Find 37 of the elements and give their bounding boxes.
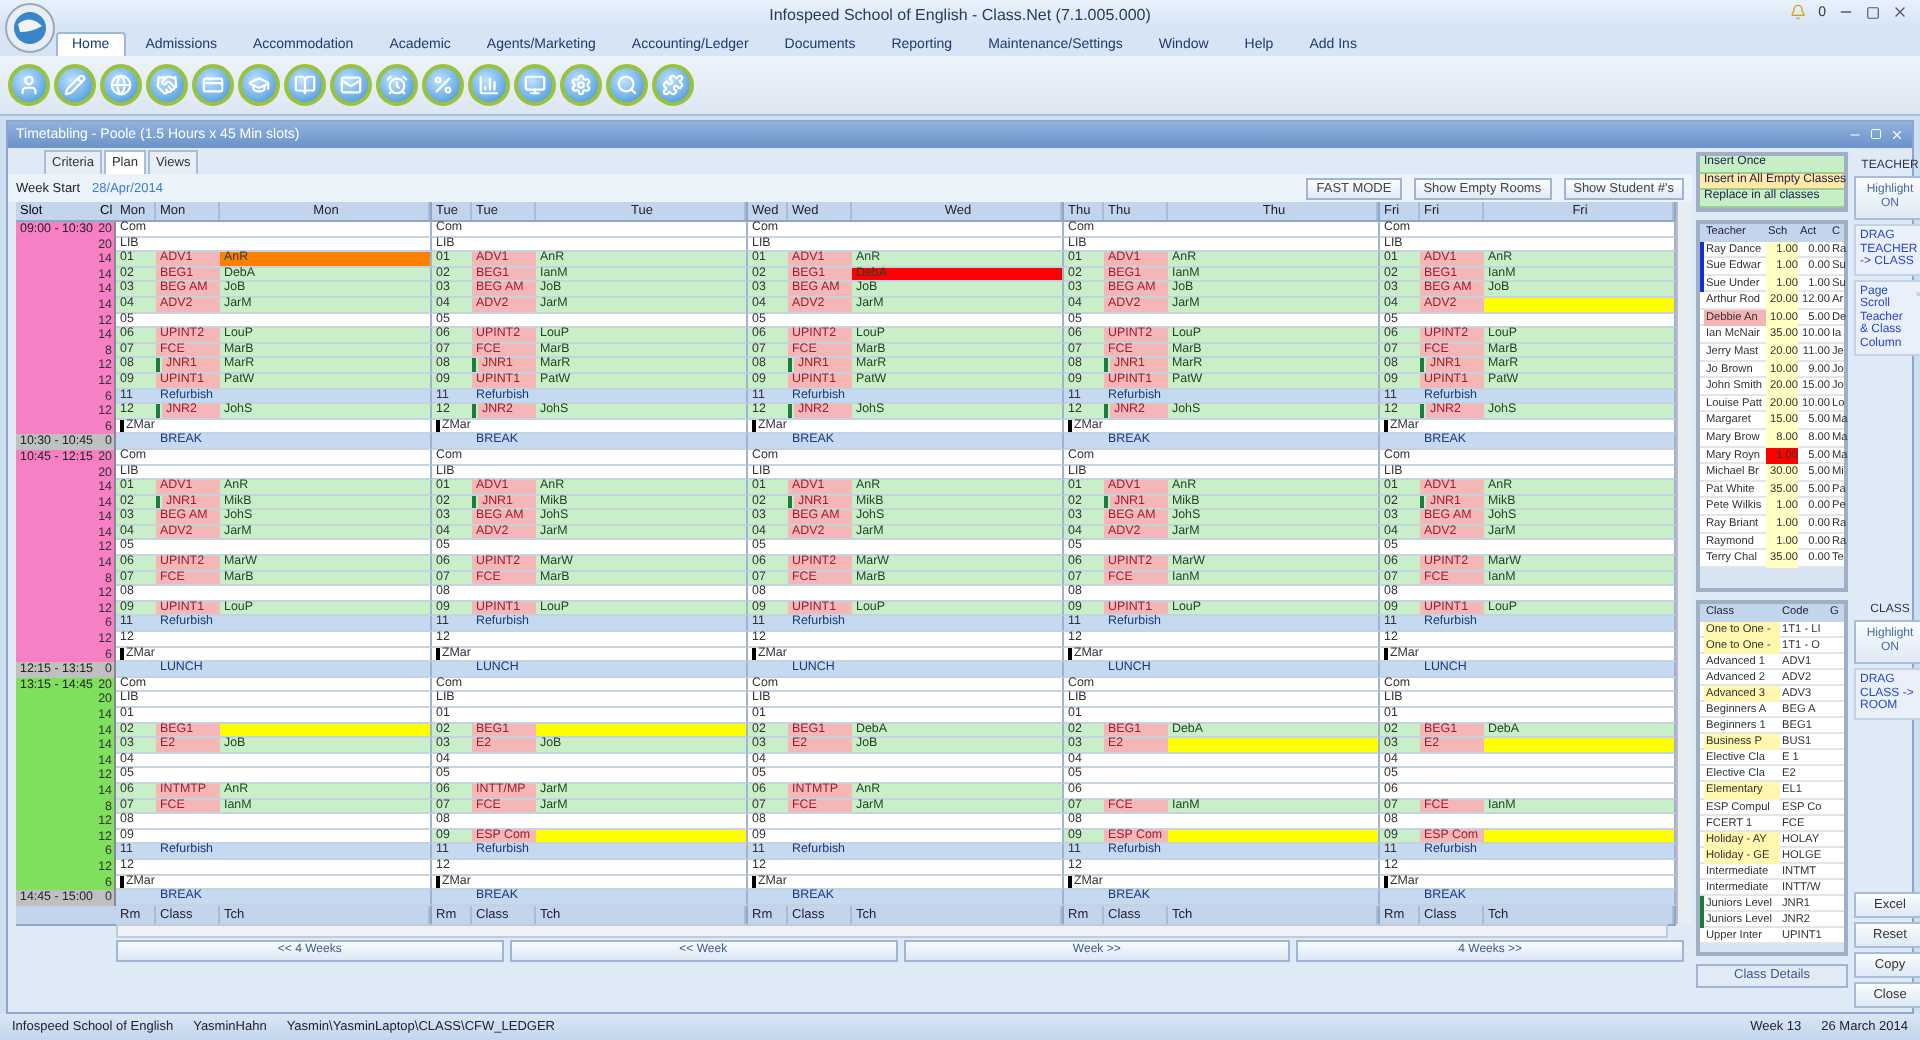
puzzle-icon <box>662 74 684 96</box>
vertical-scrollbar[interactable] <box>1676 202 1692 924</box>
book-icon <box>294 74 316 96</box>
toolbar-button[interactable] <box>376 64 418 106</box>
toolbar-button[interactable] <box>284 64 326 106</box>
gear-icon <box>570 74 592 96</box>
globe-icon <box>110 74 132 96</box>
close-icon[interactable] <box>1892 4 1908 20</box>
search-icon <box>616 74 638 96</box>
card-icon <box>202 74 224 96</box>
toolbar-button[interactable] <box>238 64 280 106</box>
toolbar-button[interactable] <box>560 64 602 106</box>
alarm-clock-icon <box>386 74 408 96</box>
toolbar-button[interactable] <box>422 64 464 106</box>
toolbar-button[interactable] <box>54 64 96 106</box>
minimize-icon[interactable] <box>1848 128 1862 142</box>
toolbar-button[interactable] <box>330 64 372 106</box>
header-cell <box>16 905 96 926</box>
mail-icon <box>340 74 362 96</box>
notification-icon[interactable] <box>1790 4 1807 20</box>
pencil-icon <box>64 74 86 96</box>
toolbar-button[interactable] <box>146 64 188 106</box>
toolbar-button[interactable] <box>606 64 648 106</box>
toolbar-button[interactable] <box>514 64 556 106</box>
bar-chart-icon <box>478 74 500 96</box>
toolbar-button[interactable] <box>468 64 510 106</box>
user-icon <box>18 74 40 96</box>
toolbar-button[interactable] <box>100 64 142 106</box>
handshake-icon <box>156 74 178 96</box>
percent-icon <box>432 74 454 96</box>
graduation-cap-icon <box>248 74 270 96</box>
toolbar-button[interactable] <box>652 64 694 106</box>
monitor-icon <box>524 74 546 96</box>
window-title: Infospeed School of English - Class.Net (7.1.005.000) <box>769 5 1151 23</box>
toolbar-button[interactable] <box>8 64 50 106</box>
maximize-icon[interactable] <box>1866 5 1880 19</box>
toolbar-button[interactable] <box>192 64 234 106</box>
